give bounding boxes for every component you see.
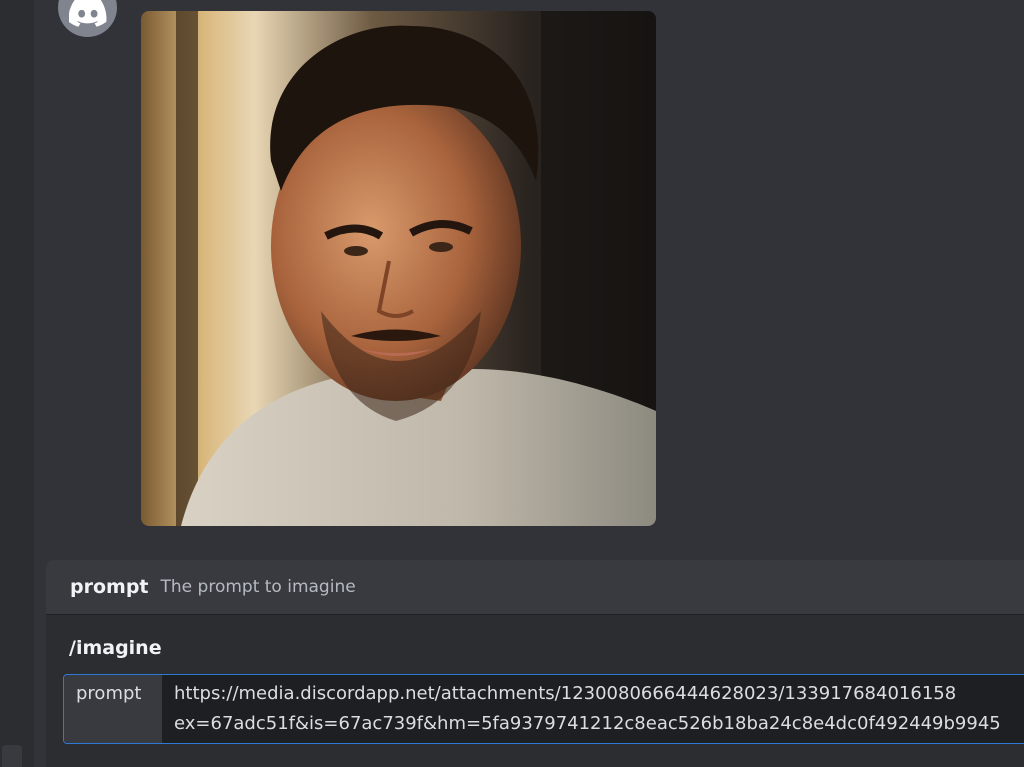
prompt-input[interactable]: https://media.discordapp.net/attachments… bbox=[162, 675, 1001, 743]
prompt-option-field[interactable]: prompt https://media.discordapp.net/atta… bbox=[63, 674, 1024, 744]
command-name: /imagine bbox=[69, 637, 162, 659]
image-attachment[interactable] bbox=[141, 11, 656, 526]
channel-sidebar-edge bbox=[0, 0, 34, 767]
prompt-value-line-1: https://media.discordapp.net/attachments… bbox=[174, 683, 957, 704]
sidebar-user-area[interactable] bbox=[2, 745, 22, 767]
option-name: prompt bbox=[70, 576, 149, 598]
option-description: The prompt to imagine bbox=[160, 577, 356, 597]
portrait-photo bbox=[141, 11, 656, 526]
option-label-pill: prompt bbox=[64, 675, 162, 743]
discord-logo-icon bbox=[68, 0, 106, 27]
author-avatar[interactable] bbox=[58, 0, 117, 37]
discord-chat-window: prompt The prompt to imagine /imagine pr… bbox=[0, 0, 1024, 767]
option-header[interactable]: prompt The prompt to imagine bbox=[46, 560, 1024, 615]
prompt-value-line-2: ex=67adc51f&is=67ac739f&hm=5fa9379741212… bbox=[174, 713, 1001, 734]
slash-command-popup: prompt The prompt to imagine /imagine pr… bbox=[46, 560, 1024, 767]
